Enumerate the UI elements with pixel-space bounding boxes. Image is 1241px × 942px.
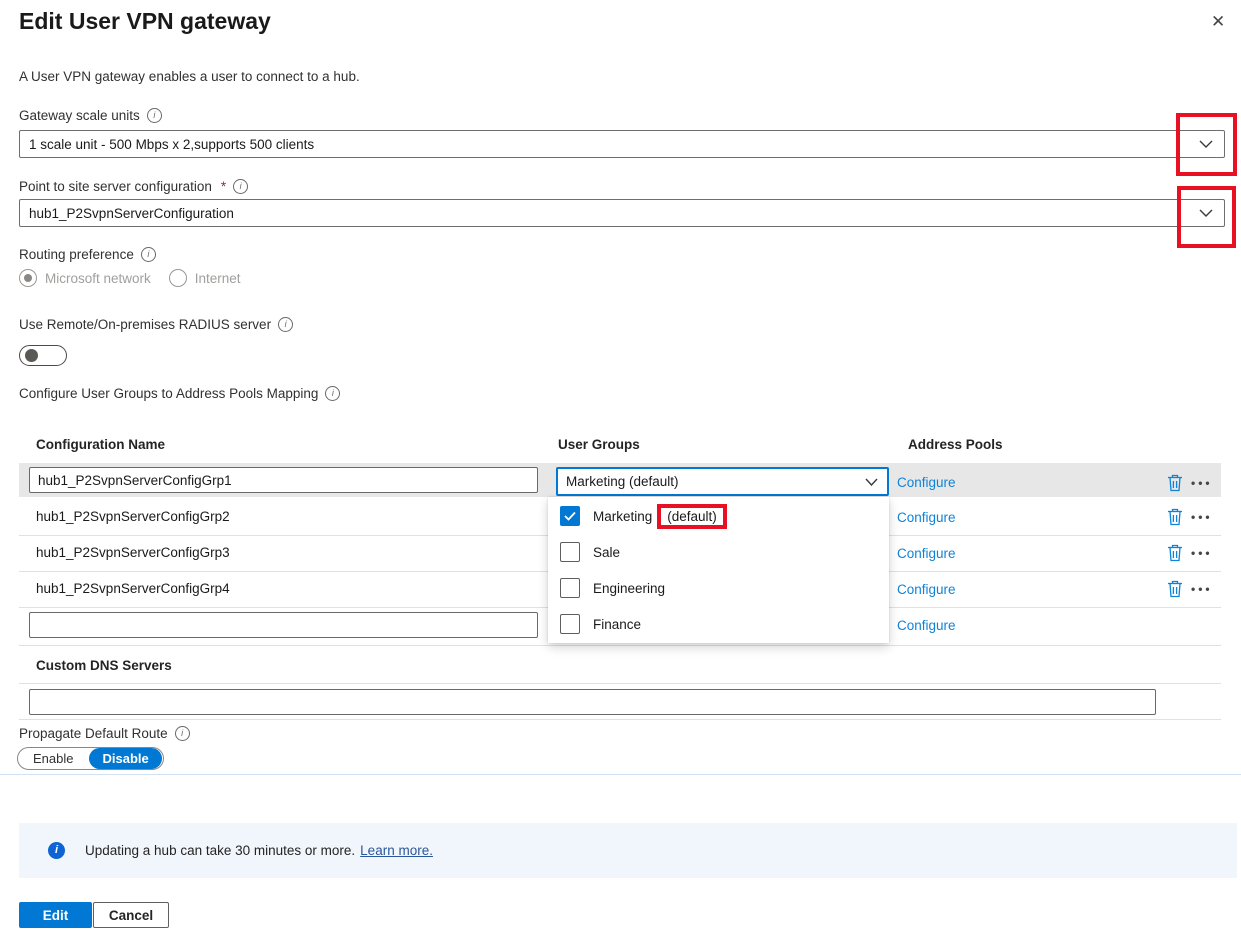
info-banner: i Updating a hub can take 30 minutes or … [19, 823, 1237, 878]
required-asterisk: * [221, 179, 226, 194]
info-banner-icon: i [48, 842, 65, 859]
radio-internet[interactable]: Internet [169, 269, 241, 287]
dropdown-item-sale-label: Sale [593, 545, 620, 560]
column-header-address-pools: Address Pools [908, 437, 1003, 452]
propagate-default-route-label-text: Propagate Default Route [19, 726, 168, 741]
chevron-down-icon[interactable] [1199, 209, 1213, 218]
radius-label-text: Use Remote/On-premises RADIUS server [19, 317, 271, 332]
custom-dns-servers-header: Custom DNS Servers [36, 658, 172, 673]
routing-preference-label: Routing preference i [19, 247, 156, 262]
trash-icon-row1[interactable] [1167, 473, 1183, 492]
p2s-config-label-text: Point to site server configuration [19, 179, 212, 194]
info-icon[interactable]: i [233, 179, 248, 194]
more-options-icon-row3[interactable]: ••• [1191, 546, 1213, 560]
section-separator [19, 719, 1221, 720]
section-separator [19, 683, 1221, 684]
close-icon[interactable]: ✕ [1211, 12, 1225, 32]
cancel-button[interactable]: Cancel [93, 902, 169, 928]
annotation-box-default-suffix: (default) [657, 504, 727, 529]
config-name-input-row1[interactable] [29, 467, 538, 493]
learn-more-link[interactable]: Learn more. [360, 843, 433, 858]
more-options-icon-row1[interactable]: ••• [1191, 476, 1213, 490]
configure-link-row2[interactable]: Configure [897, 510, 956, 525]
mapping-section-label-text: Configure User Groups to Address Pools M… [19, 386, 318, 401]
info-icon[interactable]: i [175, 726, 190, 741]
configure-link-row5[interactable]: Configure [897, 618, 956, 633]
config-name-input-row5[interactable] [29, 612, 538, 638]
config-name-row3: hub1_P2SvpnServerConfigGrp3 [36, 545, 230, 560]
checkbox-icon[interactable] [560, 614, 580, 634]
column-header-user-groups: User Groups [558, 437, 640, 452]
dropdown-item-finance[interactable]: Finance [548, 606, 889, 642]
chevron-down-icon[interactable] [865, 478, 878, 486]
more-options-icon-row2[interactable]: ••• [1191, 510, 1213, 524]
gateway-scale-units-label-text: Gateway scale units [19, 108, 140, 123]
gateway-scale-units-label: Gateway scale units i [19, 108, 162, 123]
checkbox-icon[interactable] [560, 542, 580, 562]
user-groups-dropdown-row1[interactable]: Marketing (default) [556, 467, 889, 496]
config-name-row2: hub1_P2SvpnServerConfigGrp2 [36, 509, 230, 524]
dropdown-item-label: Marketing (default) [593, 504, 727, 529]
trash-icon-row3[interactable] [1167, 543, 1183, 562]
checkbox-checked-icon[interactable] [560, 506, 580, 526]
dropdown-item-engineering[interactable]: Engineering [548, 570, 889, 606]
radius-toggle[interactable] [19, 345, 67, 366]
radio-microsoft-network-label: Microsoft network [45, 271, 151, 286]
section-divider [0, 774, 1241, 775]
dropdown-item-sale[interactable]: Sale [548, 534, 889, 570]
configure-link-row4[interactable]: Configure [897, 582, 956, 597]
info-icon[interactable]: i [141, 247, 156, 262]
disable-option-selected[interactable]: Disable [89, 748, 161, 769]
user-groups-dropdown-value: Marketing (default) [566, 474, 679, 489]
configure-link-row3[interactable]: Configure [897, 546, 956, 561]
trash-icon-row4[interactable] [1167, 579, 1183, 598]
edit-button[interactable]: Edit [19, 902, 92, 928]
info-icon[interactable]: i [278, 317, 293, 332]
p2s-config-label: Point to site server configuration * i [19, 179, 248, 194]
dialog-description: A User VPN gateway enables a user to con… [19, 69, 360, 84]
radio-icon[interactable] [169, 269, 187, 287]
dropdown-item-finance-label: Finance [593, 617, 641, 632]
row-separator [19, 645, 1221, 646]
dropdown-item-engineering-label: Engineering [593, 581, 665, 596]
radio-icon-selected[interactable] [19, 269, 37, 287]
propagate-default-route-label: Propagate Default Route i [19, 726, 190, 741]
page-title: Edit User VPN gateway [19, 8, 271, 35]
propagate-route-pill-group: Enable Disable [17, 747, 164, 770]
p2s-config-select[interactable]: hub1_P2SvpnServerConfiguration [19, 199, 1225, 227]
custom-dns-input[interactable] [29, 689, 1156, 715]
dropdown-item-marketing[interactable]: Marketing (default) [548, 498, 889, 534]
config-name-row4: hub1_P2SvpnServerConfigGrp4 [36, 581, 230, 596]
enable-option[interactable]: Enable [18, 748, 88, 769]
trash-icon-row2[interactable] [1167, 507, 1183, 526]
edit-user-vpn-gateway-dialog: Edit User VPN gateway ✕ A User VPN gatew… [0, 0, 1241, 942]
gateway-scale-units-select[interactable]: 1 scale unit - 500 Mbps x 2,supports 500… [19, 130, 1225, 158]
routing-preference-group: Microsoft network Internet [19, 269, 241, 287]
mapping-section-label: Configure User Groups to Address Pools M… [19, 386, 340, 401]
routing-preference-label-text: Routing preference [19, 247, 134, 262]
p2s-config-value: hub1_P2SvpnServerConfiguration [29, 206, 234, 221]
radio-microsoft-network[interactable]: Microsoft network [19, 269, 151, 287]
chevron-down-icon[interactable] [1199, 140, 1213, 149]
toggle-knob [25, 349, 38, 362]
user-groups-dropdown-panel: Marketing (default) Sale Engineering Fina… [548, 497, 889, 643]
radius-label: Use Remote/On-premises RADIUS server i [19, 317, 293, 332]
info-icon[interactable]: i [147, 108, 162, 123]
radio-internet-label: Internet [195, 271, 241, 286]
column-header-configuration-name: Configuration Name [36, 437, 165, 452]
gateway-scale-units-value: 1 scale unit - 500 Mbps x 2,supports 500… [29, 137, 314, 152]
more-options-icon-row4[interactable]: ••• [1191, 582, 1213, 596]
configure-link-row1[interactable]: Configure [897, 475, 956, 490]
dropdown-item-marketing-main: Marketing [593, 509, 652, 524]
info-banner-text: Updating a hub can take 30 minutes or mo… [85, 843, 355, 858]
info-icon[interactable]: i [325, 386, 340, 401]
checkbox-icon[interactable] [560, 578, 580, 598]
